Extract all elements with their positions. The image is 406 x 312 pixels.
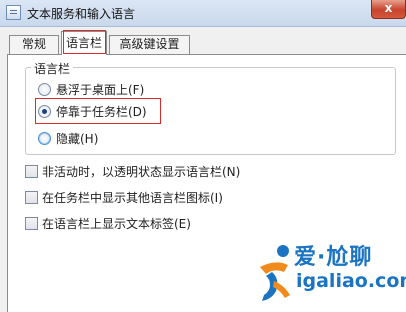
tab-advanced-key-settings[interactable]: 高级键设置 xyxy=(109,35,190,54)
watermark-url: igaliao.com xyxy=(296,270,406,292)
app-icon xyxy=(6,5,21,20)
checkbox[interactable] xyxy=(25,191,38,204)
checkbox-label: 在语言栏上显示文本标签(E) xyxy=(42,217,191,231)
watermark: 爱·尬聊 igaliao.com xyxy=(254,239,406,307)
checkbox-label: 在任务栏中显示其他语言栏图标(I) xyxy=(42,191,223,205)
radio-label: 隐藏(H) xyxy=(56,132,99,146)
tab-highlight-box xyxy=(63,30,106,54)
radio-button[interactable] xyxy=(38,83,51,96)
checkbox-label: 非活动时，以透明状态显示语言栏(N) xyxy=(42,165,241,179)
watermark-logo-icon xyxy=(260,245,290,301)
close-button[interactable]: x xyxy=(371,0,406,19)
radio-button[interactable] xyxy=(38,132,51,145)
checkbox[interactable] xyxy=(25,165,38,178)
tab-general[interactable]: 常规 xyxy=(9,35,59,54)
watermark-chinese-text: 爱·尬聊 xyxy=(294,245,373,270)
radio-label: 悬浮于桌面上(F) xyxy=(56,83,145,97)
checkbox[interactable] xyxy=(25,217,38,230)
window-title-bar: 文本服务和输入语言 x xyxy=(0,0,406,27)
close-icon: x xyxy=(384,1,393,15)
option-highlight-box xyxy=(35,98,161,124)
group-title: 语言栏 xyxy=(31,60,74,77)
window-title: 文本服务和输入语言 xyxy=(27,7,136,21)
